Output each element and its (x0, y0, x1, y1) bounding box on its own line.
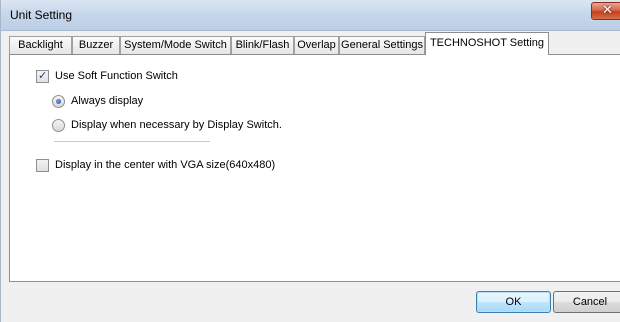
tab-panel: ✓ Use Soft Function Switch Always displa… (9, 54, 620, 282)
radio-selected-dot (56, 99, 61, 104)
display-when-necessary-radio[interactable] (52, 119, 65, 132)
always-display-label: Always display (71, 95, 144, 107)
tab-overlap[interactable]: Overlap (294, 36, 339, 54)
ok-button[interactable]: OK (476, 291, 551, 313)
tab-strip: Backlight Buzzer System/Mode Switch Blin… (9, 32, 620, 55)
use-soft-function-switch-checkbox[interactable]: ✓ (36, 69, 49, 83)
tab-blink-flash[interactable]: Blink/Flash (231, 36, 294, 54)
close-button[interactable]: ✕ (591, 2, 620, 20)
tab-buzzer[interactable]: Buzzer (72, 36, 120, 54)
use-soft-function-switch-label: Use Soft Function Switch (55, 70, 178, 82)
close-icon: ✕ (602, 3, 613, 18)
always-display-radio[interactable] (52, 95, 65, 108)
tab-technoshot-setting[interactable]: TECHNOSHOT Setting (425, 32, 549, 55)
display-when-necessary-label: Display when necessary by Display Switch… (71, 119, 282, 131)
checkmark-icon: ✓ (38, 69, 48, 82)
tab-system-mode-switch[interactable]: System/Mode Switch (120, 36, 231, 54)
title-bar[interactable]: Unit Setting ✕ (1, 0, 620, 31)
unit-setting-dialog: Unit Setting ✕ Backlight Buzzer System/M… (0, 0, 620, 322)
vga-center-checkbox[interactable] (36, 159, 49, 172)
cancel-button[interactable]: Cancel (553, 291, 620, 313)
group-separator (54, 141, 210, 142)
vga-center-label: Display in the center with VGA size(640x… (55, 159, 276, 171)
window-title: Unit Setting (10, 8, 73, 22)
tab-backlight[interactable]: Backlight (9, 36, 72, 54)
tab-general-settings[interactable]: General Settings (339, 36, 425, 54)
